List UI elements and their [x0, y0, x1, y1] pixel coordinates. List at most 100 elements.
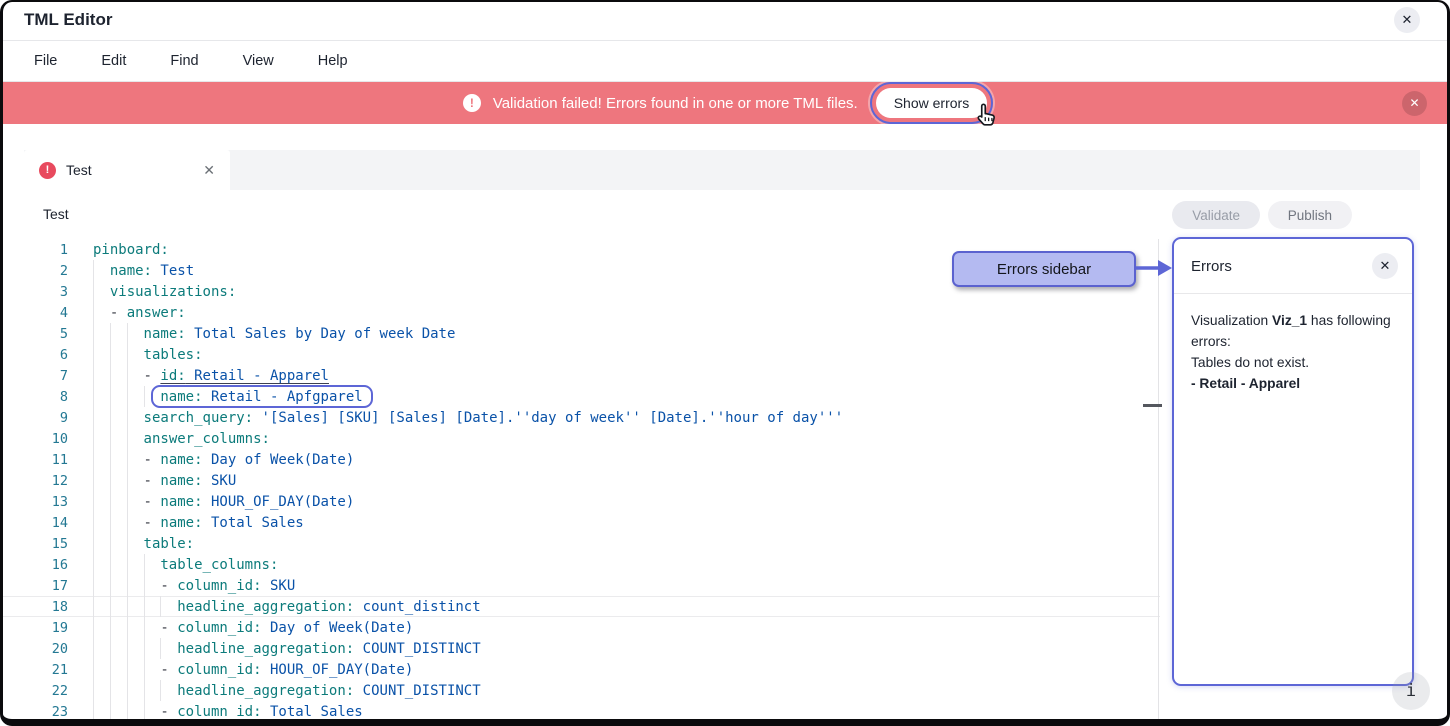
indent-guide: [110, 659, 127, 680]
indent-guide: [144, 659, 161, 680]
overview-ruler-error-marker: [1143, 404, 1162, 407]
code-editor[interactable]: 1pinboard:2name: Test3visualizations:4- …: [0, 239, 1160, 726]
show-errors-button[interactable]: Show errors: [876, 88, 987, 118]
line-number: 4: [0, 305, 68, 321]
code-line[interactable]: 22headline_aggregation: COUNT_DISTINCT: [0, 680, 1160, 701]
code-line[interactable]: 8name: Retail - Apfgparel: [0, 386, 1160, 407]
indent-guide: [127, 407, 144, 428]
code-token: name:: [160, 494, 202, 510]
code-token: -: [160, 662, 177, 678]
code-line[interactable]: 17- column_id: SKU: [0, 575, 1160, 596]
code-token: column_id:: [177, 578, 261, 594]
code-token: id:: [160, 368, 185, 384]
code-token: '[Sales] [SKU] [Sales] [Date].''day of w…: [253, 410, 843, 426]
code-line[interactable]: 11- name: Day of Week(Date): [0, 449, 1160, 470]
line-number: 11: [0, 452, 68, 468]
code-line[interactable]: 19- column_id: Day of Week(Date): [0, 617, 1160, 638]
code-token: name:: [160, 473, 202, 489]
code-token: headline_aggregation:: [177, 683, 354, 699]
banner-close-icon[interactable]: ✕: [1402, 91, 1427, 116]
indent-guide: [127, 323, 144, 344]
code-token: column_id:: [177, 662, 261, 678]
code-token: HOUR_OF_DAY(Date): [203, 494, 355, 510]
code-token: -: [160, 704, 177, 720]
menu-item-find[interactable]: Find: [170, 53, 198, 69]
errors-sidebar-title: Errors: [1191, 258, 1232, 275]
code-line[interactable]: 18 headline_aggregation: count_distinct: [0, 596, 1160, 617]
indent-guide: [144, 638, 161, 659]
line-number: 10: [0, 431, 68, 447]
indent-guide: [110, 638, 127, 659]
indent-guide: [93, 512, 110, 533]
info-glyph: i: [1392, 672, 1430, 710]
tab-error-icon: !: [39, 162, 56, 179]
code-line[interactable]: 15table:: [0, 533, 1160, 554]
indent-guide: [93, 260, 110, 281]
code-line[interactable]: 4- answer:: [0, 302, 1160, 323]
code-line[interactable]: 16table_columns:: [0, 554, 1160, 575]
menu-item-file[interactable]: File: [34, 53, 57, 69]
indent-guide: [144, 680, 161, 701]
publish-button[interactable]: Publish: [1268, 201, 1352, 229]
code-line[interactable]: 5name: Total Sales by Day of week Date: [0, 323, 1160, 344]
indent-guide: [127, 470, 144, 491]
indent-guide: [93, 617, 110, 638]
code-line[interactable]: 13- name: HOUR_OF_DAY(Date): [0, 491, 1160, 512]
indent-guide: [110, 533, 127, 554]
indent-guide: [93, 491, 110, 512]
indent-guide: [127, 344, 144, 365]
close-icon[interactable]: ✕: [1394, 7, 1420, 33]
indent-guide: [110, 407, 127, 428]
indent-guide: [127, 491, 144, 512]
code-token: headline_aggregation:: [177, 599, 354, 615]
code-token: visualizations:: [110, 284, 236, 300]
code-line[interactable]: 9search_query: '[Sales] [SKU] [Sales] [D…: [0, 407, 1160, 428]
code-token: name:: [160, 515, 202, 531]
menu-item-help[interactable]: Help: [318, 53, 348, 69]
line-number: 21: [0, 662, 68, 678]
page-title: TML Editor: [24, 10, 112, 30]
tab-close-icon[interactable]: ✕: [203, 162, 215, 179]
indent-guide: [127, 659, 144, 680]
indent-guide: [93, 428, 110, 449]
code-line[interactable]: 7- id: Retail - Apparel: [0, 365, 1160, 386]
line-number: 5: [0, 326, 68, 342]
code-token: search_query:: [144, 410, 254, 426]
menu-item-view[interactable]: View: [243, 53, 274, 69]
editor-right-edge: [1158, 239, 1159, 719]
code-line[interactable]: 14- name: Total Sales: [0, 512, 1160, 533]
indent-guide: [127, 428, 144, 449]
line-number: 19: [0, 620, 68, 636]
line-number: 1: [0, 242, 68, 258]
indent-guide: [110, 449, 127, 470]
code-token: Day of Week(Date): [262, 620, 414, 636]
indent-guide: [127, 596, 144, 617]
indent-guide: [93, 344, 110, 365]
indent-guide: [110, 323, 127, 344]
code-token: count_distinct: [354, 599, 480, 615]
code-token: COUNT_DISTINCT: [354, 683, 480, 699]
code-token: name:: [110, 263, 152, 279]
code-token: tables:: [144, 347, 203, 363]
indent-guide: [127, 701, 144, 722]
menu-item-edit[interactable]: Edit: [101, 53, 126, 69]
menu-bar: File Edit Find View Help: [0, 41, 1450, 82]
code-token: HOUR_OF_DAY(Date): [262, 662, 414, 678]
code-line[interactable]: 6tables:: [0, 344, 1160, 365]
code-token: SKU: [262, 578, 296, 594]
indent-guide: [127, 680, 144, 701]
code-token: -: [110, 305, 127, 321]
tab-test[interactable]: ! Test ✕: [24, 150, 230, 190]
code-line[interactable]: 10answer_columns:: [0, 428, 1160, 449]
indent-guide: [93, 386, 110, 407]
code-token: SKU: [203, 473, 237, 489]
indent-guide: [110, 428, 127, 449]
code-line[interactable]: 20headline_aggregation: COUNT_DISTINCT: [0, 638, 1160, 659]
code-line[interactable]: 12- name: SKU: [0, 470, 1160, 491]
code-line[interactable]: 23- column_id: Total Sales: [0, 701, 1160, 722]
code-line[interactable]: 21 - column_id: HOUR_OF_DAY(Date): [0, 659, 1160, 680]
line-number: 18: [0, 599, 68, 615]
errors-sidebar-close-icon[interactable]: ✕: [1372, 253, 1398, 279]
indent-guide: [110, 575, 127, 596]
validate-button[interactable]: Validate: [1172, 201, 1260, 229]
